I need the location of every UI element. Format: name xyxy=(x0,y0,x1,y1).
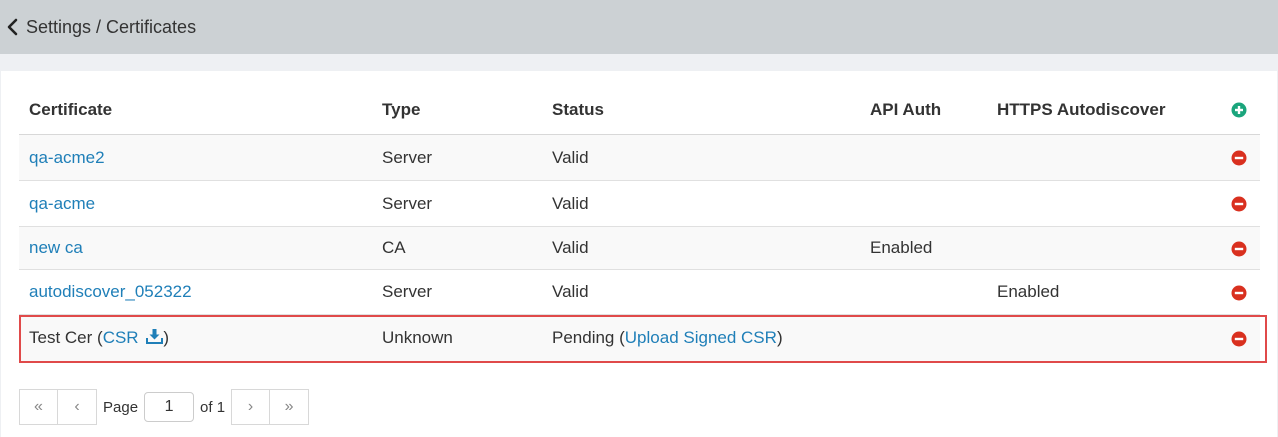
table-row: autodiscover_052322 Server Valid Enabled xyxy=(19,269,1260,315)
https-autodiscover-cell xyxy=(987,134,1217,181)
table-row: qa-acme2 Server Valid xyxy=(19,134,1260,181)
minus-circle-icon[interactable] xyxy=(1231,285,1247,301)
minus-circle-icon[interactable] xyxy=(1231,331,1247,347)
csr-label: CSR xyxy=(102,328,139,347)
paren-close: ) xyxy=(776,328,783,347)
back-button[interactable] xyxy=(0,0,26,54)
remove-cell xyxy=(1217,269,1260,315)
paren-open: ( xyxy=(614,328,625,347)
upload-signed-csr-link[interactable]: Upload Signed CSR xyxy=(625,328,777,347)
type-cell: CA xyxy=(372,226,542,270)
certificate-link[interactable]: qa-acme xyxy=(29,194,95,213)
type-cell: Server xyxy=(372,269,542,315)
certificate-link[interactable]: new ca xyxy=(29,238,83,257)
next-page-button[interactable]: › xyxy=(231,389,271,425)
type-cell: Unknown xyxy=(372,314,542,362)
type-cell: Server xyxy=(372,134,542,181)
plus-circle-icon[interactable] xyxy=(1231,102,1247,118)
api-auth-cell xyxy=(860,314,987,362)
api-auth-cell xyxy=(860,180,987,227)
prev-page-button[interactable]: ‹ xyxy=(58,389,97,425)
minus-circle-icon[interactable] xyxy=(1231,241,1247,257)
minus-circle-icon[interactable] xyxy=(1231,150,1247,166)
remove-cell xyxy=(1217,314,1260,362)
csr-download-link[interactable]: CSR xyxy=(103,328,164,347)
certificate-name: Test Cer xyxy=(29,328,93,347)
table-row-pending: Test Cer (CSR ) Unknown Pending (Upload … xyxy=(19,314,1260,362)
paren-close: ) xyxy=(163,328,169,347)
column-header-api-auth[interactable]: API Auth xyxy=(860,85,987,135)
page-count-label: of 1 xyxy=(200,398,226,416)
chevron-left-icon xyxy=(7,18,18,36)
page-label: Page xyxy=(103,398,139,416)
breadcrumb: Settings / Certificates xyxy=(26,16,197,37)
paren-open: ( xyxy=(92,328,103,347)
status-text: Pending xyxy=(552,328,615,347)
status-cell: Valid xyxy=(542,226,860,270)
column-header-https-autodiscover[interactable]: HTTPS Autodiscover xyxy=(987,85,1217,135)
api-auth-cell xyxy=(860,134,987,181)
column-header-certificate[interactable]: Certificate xyxy=(19,85,372,135)
minus-circle-icon[interactable] xyxy=(1231,196,1247,212)
status-cell: Valid xyxy=(542,134,860,181)
https-autodiscover-cell xyxy=(987,226,1217,270)
api-auth-cell xyxy=(860,269,987,315)
https-autodiscover-cell xyxy=(987,180,1217,227)
certificates-panel: Certificate Type Status API Auth HTTPS A… xyxy=(1,71,1277,437)
type-cell: Server xyxy=(372,180,542,227)
column-header-type[interactable]: Type xyxy=(372,85,542,135)
certificate-link[interactable]: autodiscover_052322 xyxy=(29,282,192,301)
remove-cell xyxy=(1217,180,1260,227)
pagination: « ‹ Page of 1 › » xyxy=(19,388,310,426)
page-number-input[interactable] xyxy=(144,392,195,422)
certificate-cell: Test Cer (CSR ) xyxy=(19,314,372,362)
download-icon xyxy=(146,329,164,344)
add-certificate-cell xyxy=(1217,85,1260,135)
certificates-table: Certificate Type Status API Auth HTTPS A… xyxy=(19,85,1260,362)
remove-cell xyxy=(1217,134,1260,181)
table-row: qa-acme Server Valid xyxy=(19,180,1260,227)
first-page-button[interactable]: « xyxy=(19,389,58,425)
last-page-button[interactable]: » xyxy=(270,389,310,425)
remove-cell xyxy=(1217,226,1260,270)
table-row: new ca CA Valid Enabled xyxy=(19,226,1260,270)
certificate-link[interactable]: qa-acme2 xyxy=(29,148,105,167)
https-autodiscover-cell: Enabled xyxy=(987,269,1217,315)
https-autodiscover-cell xyxy=(987,314,1217,362)
column-header-status[interactable]: Status xyxy=(542,85,860,135)
status-cell: Valid xyxy=(542,269,860,315)
top-bar: Settings / Certificates xyxy=(0,0,1278,54)
status-cell: Valid xyxy=(542,180,860,227)
table-header-row: Certificate Type Status API Auth HTTPS A… xyxy=(19,85,1260,135)
status-cell: Pending (Upload Signed CSR) xyxy=(542,314,860,362)
api-auth-cell: Enabled xyxy=(860,226,987,270)
